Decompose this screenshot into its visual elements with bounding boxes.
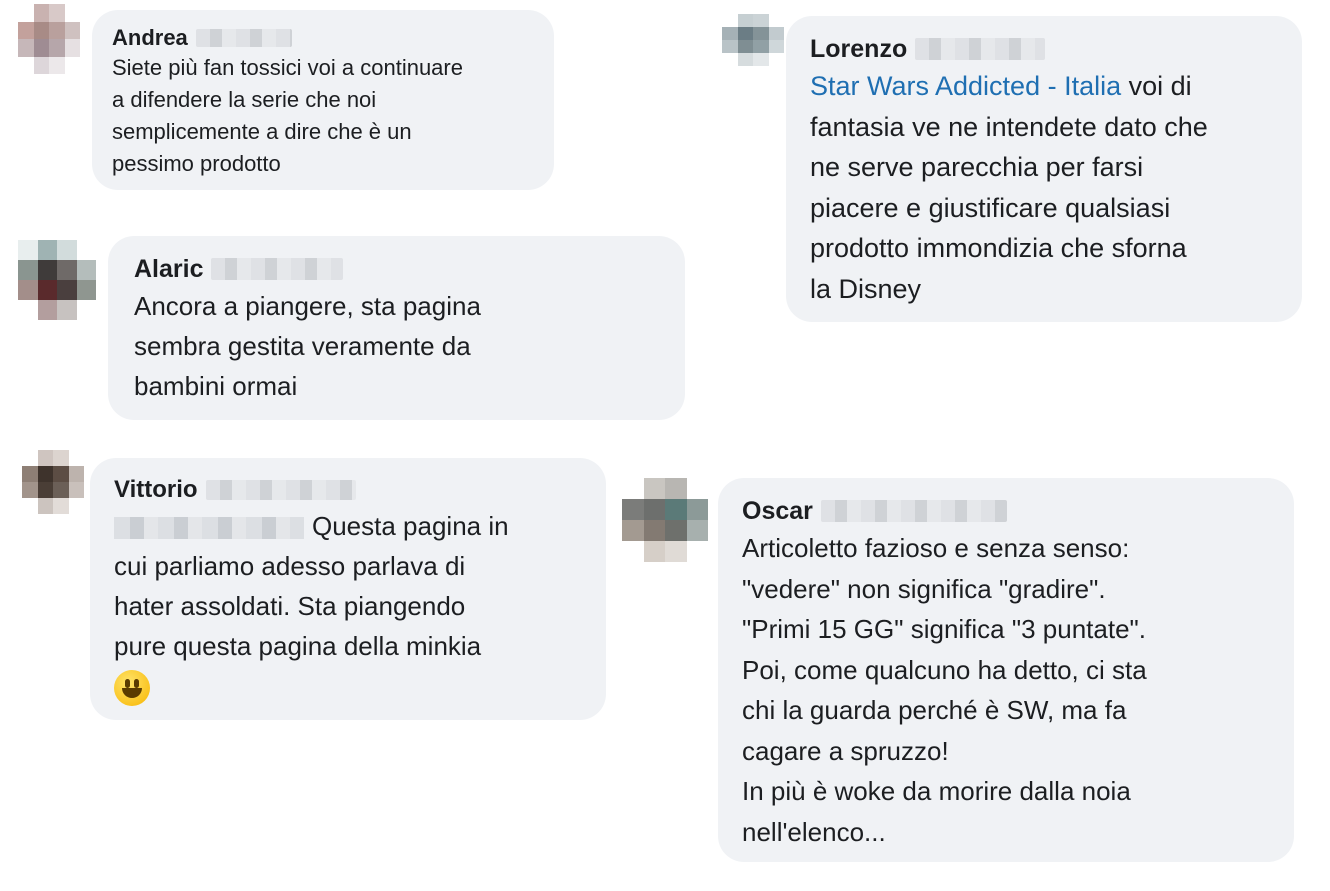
redacted-surname	[211, 258, 344, 280]
redacted-surname	[205, 479, 356, 501]
comment-line: pure questa pagina della minkia	[114, 631, 482, 661]
author-first-name[interactable]: Oscar	[742, 497, 813, 526]
comment-line: prodotto immondizia che sforna	[810, 233, 1187, 263]
author-first-name[interactable]: Lorenzo	[810, 35, 907, 64]
author-name[interactable]: Oscar	[742, 494, 1270, 528]
comment-line: chi la guarda perché è SW, ma fa	[742, 695, 1127, 725]
comment-line: In più è woke da morire dalla noia	[742, 776, 1131, 806]
author-name[interactable]: Vittorio	[114, 474, 582, 506]
comment-line: Questa pagina in	[114, 506, 582, 546]
author-name[interactable]: Alaric	[134, 252, 659, 286]
comment-line: la Disney	[810, 273, 922, 304]
avatar[interactable]	[18, 4, 80, 74]
avatar[interactable]	[722, 14, 784, 66]
comment-line: Poi, come qualcuno ha detto, ci sta	[742, 654, 1147, 685]
comment-text: Ancora a piangere, sta pagina sembra ges…	[134, 286, 659, 406]
comment-line: "vedere" non significa "gradire".	[742, 573, 1106, 604]
comment-first-line: Questa pagina in	[312, 511, 509, 541]
comment-text: Articoletto fazioso e senza senso: "vede…	[742, 528, 1270, 852]
comment-bubble: Andrea Siete più fan tossici voi a conti…	[92, 10, 554, 190]
redacted-surname	[195, 28, 292, 48]
comment-line: sembra gestita veramente da	[134, 331, 471, 361]
redacted-surname	[915, 38, 1046, 60]
comment-line: Articoletto fazioso e senza senso:	[742, 533, 1130, 563]
comment-text: Questa pagina in cui parliamo adesso par…	[114, 506, 582, 710]
comment-line: Star Wars Addicted - Italia voi di	[810, 66, 1278, 107]
comment-line: Ancora a piangere, sta pagina	[134, 291, 481, 321]
comment-line: hater assoldati. Sta piangendo	[114, 591, 466, 621]
comment-line: fantasia ve ne intendete dato che	[810, 111, 1208, 142]
avatar[interactable]	[22, 450, 84, 514]
redacted-surname	[820, 500, 1007, 522]
comment-line: piacere e giustificare qualsiasi	[810, 192, 1171, 223]
author-first-name[interactable]: Vittorio	[114, 476, 198, 504]
comment-line: nell'elenco...	[742, 816, 886, 847]
avatar[interactable]	[622, 478, 708, 562]
grinning-face-icon	[114, 670, 150, 706]
page-mention-link[interactable]: Star Wars Addicted - Italia	[810, 71, 1121, 101]
comment-bubble: Lorenzo Star Wars Addicted - Italia voi …	[786, 16, 1302, 322]
comment-bubble: Alaric Ancora a piangere, sta pagina sem…	[108, 236, 685, 420]
comment-first-line: voi di	[1121, 71, 1192, 101]
comment-text: Star Wars Addicted - Italia voi di fanta…	[810, 66, 1278, 309]
comment-line: cui parliamo adesso parlava di	[114, 551, 466, 581]
comment-line: semplicemente a dire che è un	[112, 119, 412, 144]
comment-line: bambini ormai	[134, 371, 298, 401]
comment-line: ne serve parecchia per farsi	[810, 152, 1144, 182]
comment-line: a difendere la serie che noi	[112, 87, 377, 112]
comment-line: cagare a spruzzo!	[742, 735, 949, 766]
comment-line: Siete più fan tossici voi a continuare	[112, 55, 463, 80]
author-first-name[interactable]: Andrea	[112, 25, 188, 51]
author-name[interactable]: Andrea	[112, 24, 534, 52]
comment-bubble: Oscar Articoletto fazioso e senza senso:…	[718, 478, 1294, 862]
author-first-name[interactable]: Alaric	[134, 255, 203, 284]
comment-bubble: Vittorio Questa pagina in cui parliamo a…	[90, 458, 606, 720]
comment-line: pessimo prodotto	[112, 151, 281, 176]
comment-line: "Primi 15 GG" significa "3 puntate".	[742, 614, 1146, 644]
redacted-mention[interactable]	[114, 517, 304, 540]
comment-text: Siete più fan tossici voi a continuare a…	[112, 52, 534, 180]
author-name[interactable]: Lorenzo	[810, 32, 1278, 66]
avatar[interactable]	[18, 240, 96, 320]
